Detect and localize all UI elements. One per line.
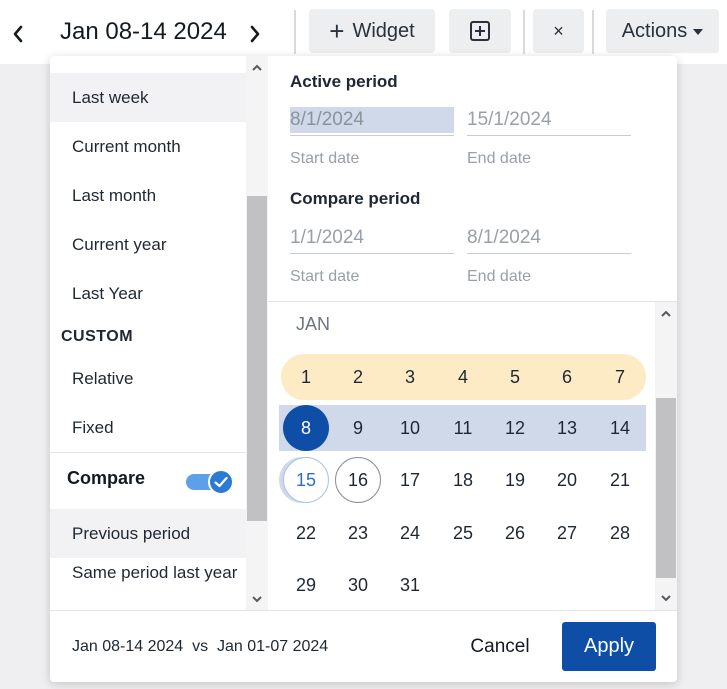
toolbar-divider	[592, 10, 594, 54]
compare-label: Compare	[67, 468, 146, 488]
divider	[50, 452, 246, 453]
compare-start-date-field[interactable]: 1/1/2024	[290, 224, 454, 254]
scroll-thumb[interactable]	[247, 196, 267, 521]
calendar-day-7[interactable]: 7	[597, 354, 643, 400]
calendar-day-18[interactable]: 18	[440, 457, 486, 503]
calendar-day-31[interactable]: 31	[387, 562, 433, 608]
calendar-day-24[interactable]: 24	[387, 510, 433, 556]
actions-dropdown[interactable]: Actions	[606, 9, 719, 53]
actions-label: Actions	[621, 19, 688, 42]
calendar-day-20[interactable]: 20	[544, 457, 590, 503]
add-box-button[interactable]	[449, 9, 511, 53]
calendar-day-23[interactable]: 23	[335, 510, 381, 556]
scroll-up-icon[interactable]	[251, 62, 263, 74]
active-end-date-value: 15/1/2024	[467, 109, 552, 130]
calendar-day-19[interactable]: 19	[492, 457, 538, 503]
compare-end-date-field[interactable]: 8/1/2024	[467, 224, 631, 254]
period-summary: Jan 08-14 2024 vs Jan 01-07 2024	[72, 638, 329, 655]
toolbar-divider	[294, 10, 296, 54]
calendar-day-11[interactable]: 11	[440, 405, 486, 451]
calendar-day-21[interactable]: 21	[597, 457, 643, 503]
calendar-day-10[interactable]: 10	[387, 405, 433, 451]
compare-start-help: Start date	[290, 268, 360, 285]
chevron-right-icon	[250, 25, 260, 43]
toggle-knob	[208, 469, 234, 495]
calendar-day-22[interactable]: 22	[283, 510, 329, 556]
compare-start-date-value: 1/1/2024	[290, 227, 364, 248]
scroll-thumb[interactable]	[656, 398, 676, 578]
calendar-day-2[interactable]: 2	[335, 354, 381, 400]
calendar-day-26[interactable]: 26	[492, 510, 538, 556]
calendar-day-29[interactable]: 29	[283, 562, 329, 608]
active-end-date-field[interactable]: 15/1/2024	[467, 106, 631, 136]
compare-end-help: End date	[467, 268, 532, 285]
calendar-day-4[interactable]: 4	[440, 354, 486, 400]
preset-fixed[interactable]: Fixed	[50, 403, 246, 452]
preset-list: Last week Current month Last month Curre…	[50, 56, 246, 610]
calendar: JAN 1 2 3 4 5 6 7 8 9 10 11 12 13 14 15 16 17 18 19 20 21 22 2…	[268, 302, 655, 610]
preset-last-month[interactable]: Last month	[50, 171, 246, 220]
calendar-day-3[interactable]: 3	[387, 354, 433, 400]
calendar-day-12[interactable]: 12	[492, 405, 538, 451]
calendar-day-1[interactable]: 1	[283, 354, 329, 400]
scroll-down-icon[interactable]	[251, 593, 263, 605]
active-end-help: End date	[467, 150, 532, 167]
preset-current-year[interactable]: Current year	[50, 220, 246, 269]
toolbar: Jan 08-14 2024 + Widget × Actions	[0, 0, 727, 64]
calendar-day-13[interactable]: 13	[544, 405, 590, 451]
add-widget-label: Widget	[352, 19, 415, 42]
plus-square-icon	[470, 21, 490, 41]
compare-previous-period[interactable]: Previous period	[50, 509, 246, 558]
active-start-date-field[interactable]: 8/1/2024	[290, 106, 454, 136]
compare-same-period-last-year[interactable]: Same period last year	[50, 558, 246, 610]
chevron-left-icon	[13, 25, 23, 43]
compare-period-title: Compare period	[290, 189, 421, 208]
toolbar-divider	[523, 10, 525, 54]
calendar-day-25[interactable]: 25	[440, 510, 486, 556]
calendar-day-17[interactable]: 17	[387, 457, 433, 503]
preset-current-month[interactable]: Current month	[50, 122, 246, 171]
plus-icon: +	[329, 16, 345, 46]
scroll-down-icon[interactable]	[660, 592, 672, 604]
calendar-day-8[interactable]: 8	[283, 405, 329, 451]
active-start-date-value: 8/1/2024	[290, 107, 454, 133]
cancel-button[interactable]: Cancel	[460, 627, 540, 667]
date-range-label: Jan 08-14 2024	[60, 18, 227, 45]
calendar-day-14[interactable]: 14	[597, 405, 643, 451]
divider	[50, 610, 677, 611]
close-button[interactable]: ×	[533, 9, 584, 53]
calendar-day-9[interactable]: 9	[335, 405, 381, 451]
calendar-day-6[interactable]: 6	[544, 354, 590, 400]
scroll-up-icon[interactable]	[660, 308, 672, 320]
close-icon: ×	[553, 20, 564, 41]
calendar-day-28[interactable]: 28	[597, 510, 643, 556]
caret-down-icon	[693, 29, 704, 35]
apply-button[interactable]: Apply	[562, 622, 656, 671]
custom-group-label: CUSTOM	[61, 328, 134, 345]
calendar-day-15[interactable]: 15	[283, 457, 329, 503]
calendar-day-5[interactable]: 5	[492, 354, 538, 400]
date-picker-popover: Last week Current month Last month Curre…	[50, 56, 677, 682]
active-start-help: Start date	[290, 150, 360, 167]
month-label: JAN	[296, 314, 331, 334]
compare-toggle[interactable]	[186, 469, 236, 495]
compare-end-date-value: 8/1/2024	[467, 227, 541, 248]
check-icon	[214, 476, 228, 488]
period-panel: Active period 8/1/2024 15/1/2024 Start d…	[268, 56, 677, 610]
calendar-day-30[interactable]: 30	[335, 562, 381, 608]
active-period-title: Active period	[290, 72, 398, 91]
next-period-button[interactable]	[240, 16, 270, 52]
preset-relative[interactable]: Relative	[50, 354, 246, 403]
preset-last-week[interactable]: Last week	[50, 73, 246, 122]
calendar-day-27[interactable]: 27	[544, 510, 590, 556]
calendar-scrollbar[interactable]	[655, 302, 677, 610]
previous-period-button[interactable]	[3, 16, 33, 52]
preset-scrollbar[interactable]	[246, 56, 268, 610]
add-widget-button[interactable]: + Widget	[309, 9, 435, 53]
calendar-day-16[interactable]: 16	[335, 457, 381, 503]
preset-last-year[interactable]: Last Year	[50, 269, 246, 318]
